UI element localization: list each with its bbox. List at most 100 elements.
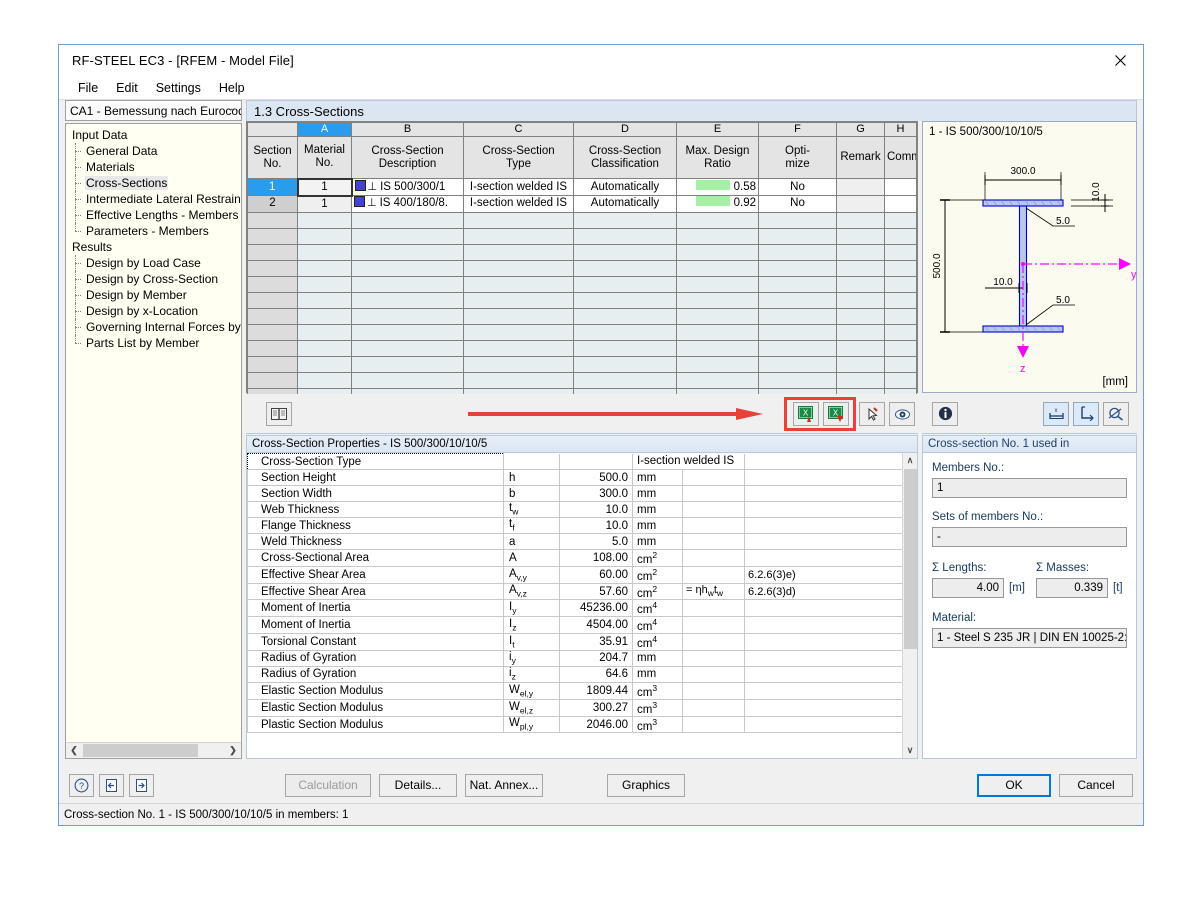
table-empty-row[interactable] (247, 211, 917, 229)
property-row[interactable]: Web Thickness tw 10.0 mm (247, 501, 917, 518)
empty-cell[interactable] (676, 227, 759, 245)
row-description[interactable]: ⊥ IS 500/300/1 (351, 178, 464, 196)
empty-cell[interactable] (676, 291, 759, 309)
empty-cell[interactable] (247, 307, 298, 325)
cancel-button[interactable]: Cancel (1059, 773, 1133, 797)
empty-cell[interactable] (247, 339, 298, 357)
axes-button[interactable] (1073, 401, 1099, 426)
empty-cell[interactable] (676, 211, 759, 229)
scroll-right-icon[interactable]: ❯ (225, 743, 241, 758)
empty-cell[interactable] (884, 339, 917, 357)
sidebar-item-design-by-member[interactable]: Design by Member (69, 287, 241, 303)
row-max-design-ratio[interactable]: 0.58 (676, 178, 759, 196)
empty-cell[interactable] (573, 371, 677, 389)
scroll-down-icon[interactable]: ∨ (903, 743, 917, 758)
empty-cell[interactable] (463, 355, 574, 373)
property-row[interactable]: Radius of Gyration iz 64.6 mm (247, 665, 917, 683)
empty-cell[interactable] (463, 323, 574, 341)
row-classification[interactable]: Automatically (573, 195, 677, 213)
row-remark[interactable] (836, 178, 885, 196)
empty-cell[interactable] (247, 211, 298, 229)
empty-cell[interactable] (247, 323, 298, 341)
previous-page-button[interactable] (99, 773, 124, 797)
sidebar-item-general-data[interactable]: General Data (69, 143, 241, 159)
empty-cell[interactable] (836, 259, 885, 277)
scrollbar-thumb[interactable] (904, 469, 917, 649)
row-material-no[interactable]: 1 (297, 195, 352, 213)
empty-cell[interactable] (884, 307, 917, 325)
empty-cell[interactable] (247, 371, 298, 389)
property-row[interactable]: Section Width b 300.0 mm (247, 485, 917, 502)
empty-cell[interactable] (884, 243, 917, 261)
empty-cell[interactable] (836, 339, 885, 357)
empty-cell[interactable] (884, 227, 917, 245)
column-letter-E[interactable]: E (676, 122, 759, 137)
menu-item-edit[interactable]: Edit (107, 79, 147, 97)
empty-cell[interactable] (758, 291, 837, 309)
property-row[interactable]: Torsional Constant It 35.91 cm4 (247, 633, 917, 651)
cross-sections-table[interactable]: A B C D E F G H Section No. Material No. Cross-Secti… (246, 121, 918, 405)
sidebar-item-results[interactable]: Results (69, 239, 241, 255)
empty-cell[interactable] (297, 243, 352, 261)
empty-cell[interactable] (297, 227, 352, 245)
empty-cell[interactable] (758, 371, 837, 389)
graphics-button[interactable]: Graphics (607, 773, 685, 797)
empty-cell[interactable] (351, 371, 464, 389)
row-type[interactable]: I-section welded IS (463, 195, 574, 213)
empty-cell[interactable] (758, 211, 837, 229)
empty-cell[interactable] (463, 291, 574, 309)
table-empty-row[interactable] (247, 227, 917, 245)
property-row[interactable]: Moment of Inertia Iz 4504.00 cm4 (247, 616, 917, 635)
empty-cell[interactable] (247, 243, 298, 261)
sidebar-item-parts-list-by-member[interactable]: Parts List by Member (69, 335, 241, 351)
scrollbar-thumb[interactable] (83, 744, 198, 757)
calculation-button[interactable]: Calculation (285, 773, 371, 797)
column-letter-G[interactable]: G (836, 122, 885, 137)
menu-item-file[interactable]: File (69, 79, 107, 97)
empty-cell[interactable] (884, 323, 917, 341)
empty-cell[interactable] (297, 339, 352, 357)
empty-cell[interactable] (676, 339, 759, 357)
empty-cell[interactable] (676, 323, 759, 341)
sidebar-item-cross-sections[interactable]: Cross-Sections (69, 175, 241, 191)
empty-cell[interactable] (758, 243, 837, 261)
close-icon[interactable] (1097, 45, 1143, 75)
empty-cell[interactable] (836, 323, 885, 341)
empty-cell[interactable] (351, 243, 464, 261)
empty-cell[interactable] (351, 211, 464, 229)
empty-cell[interactable] (836, 275, 885, 293)
empty-cell[interactable] (463, 371, 574, 389)
empty-cell[interactable] (351, 323, 464, 341)
property-row[interactable]: Cross-Section Type I-section welded IS (247, 453, 917, 470)
empty-cell[interactable] (573, 339, 677, 357)
column-letter-B[interactable]: B (351, 122, 464, 137)
empty-cell[interactable] (573, 307, 677, 325)
empty-cell[interactable] (351, 307, 464, 325)
empty-cell[interactable] (463, 243, 574, 261)
masses-field[interactable]: 0.339 (1036, 578, 1108, 598)
column-letter-A[interactable]: A (297, 122, 352, 137)
row-optimize[interactable]: No (758, 195, 837, 213)
empty-cell[interactable] (297, 291, 352, 309)
tree-horizontal-scrollbar[interactable]: ❮ ❯ (66, 742, 241, 758)
empty-cell[interactable] (247, 227, 298, 245)
table-empty-row[interactable] (247, 291, 917, 309)
dimensions-button[interactable]: x (1043, 401, 1069, 426)
sidebar-item-intermediate-lateral-restraints[interactable]: Intermediate Lateral Restraints (69, 191, 241, 207)
row-optimize[interactable]: No (758, 178, 837, 196)
empty-cell[interactable] (836, 243, 885, 261)
sidebar-item-input-data[interactable]: Input Data (69, 127, 241, 143)
empty-cell[interactable] (463, 227, 574, 245)
row-material-no[interactable]: 1 (296, 177, 353, 197)
lengths-field[interactable]: 4.00 (932, 578, 1004, 598)
scroll-left-icon[interactable]: ❮ (66, 743, 82, 758)
row-type[interactable]: I-section welded IS (463, 178, 574, 196)
property-row[interactable]: Section Height h 500.0 mm (247, 469, 917, 486)
empty-cell[interactable] (676, 355, 759, 373)
sets-field[interactable]: - (932, 527, 1127, 547)
empty-cell[interactable] (573, 211, 677, 229)
property-row[interactable]: Radius of Gyration iy 204.7 mm (247, 649, 917, 667)
column-letter-C[interactable]: C (463, 122, 574, 137)
empty-cell[interactable] (884, 259, 917, 277)
empty-cell[interactable] (758, 355, 837, 373)
